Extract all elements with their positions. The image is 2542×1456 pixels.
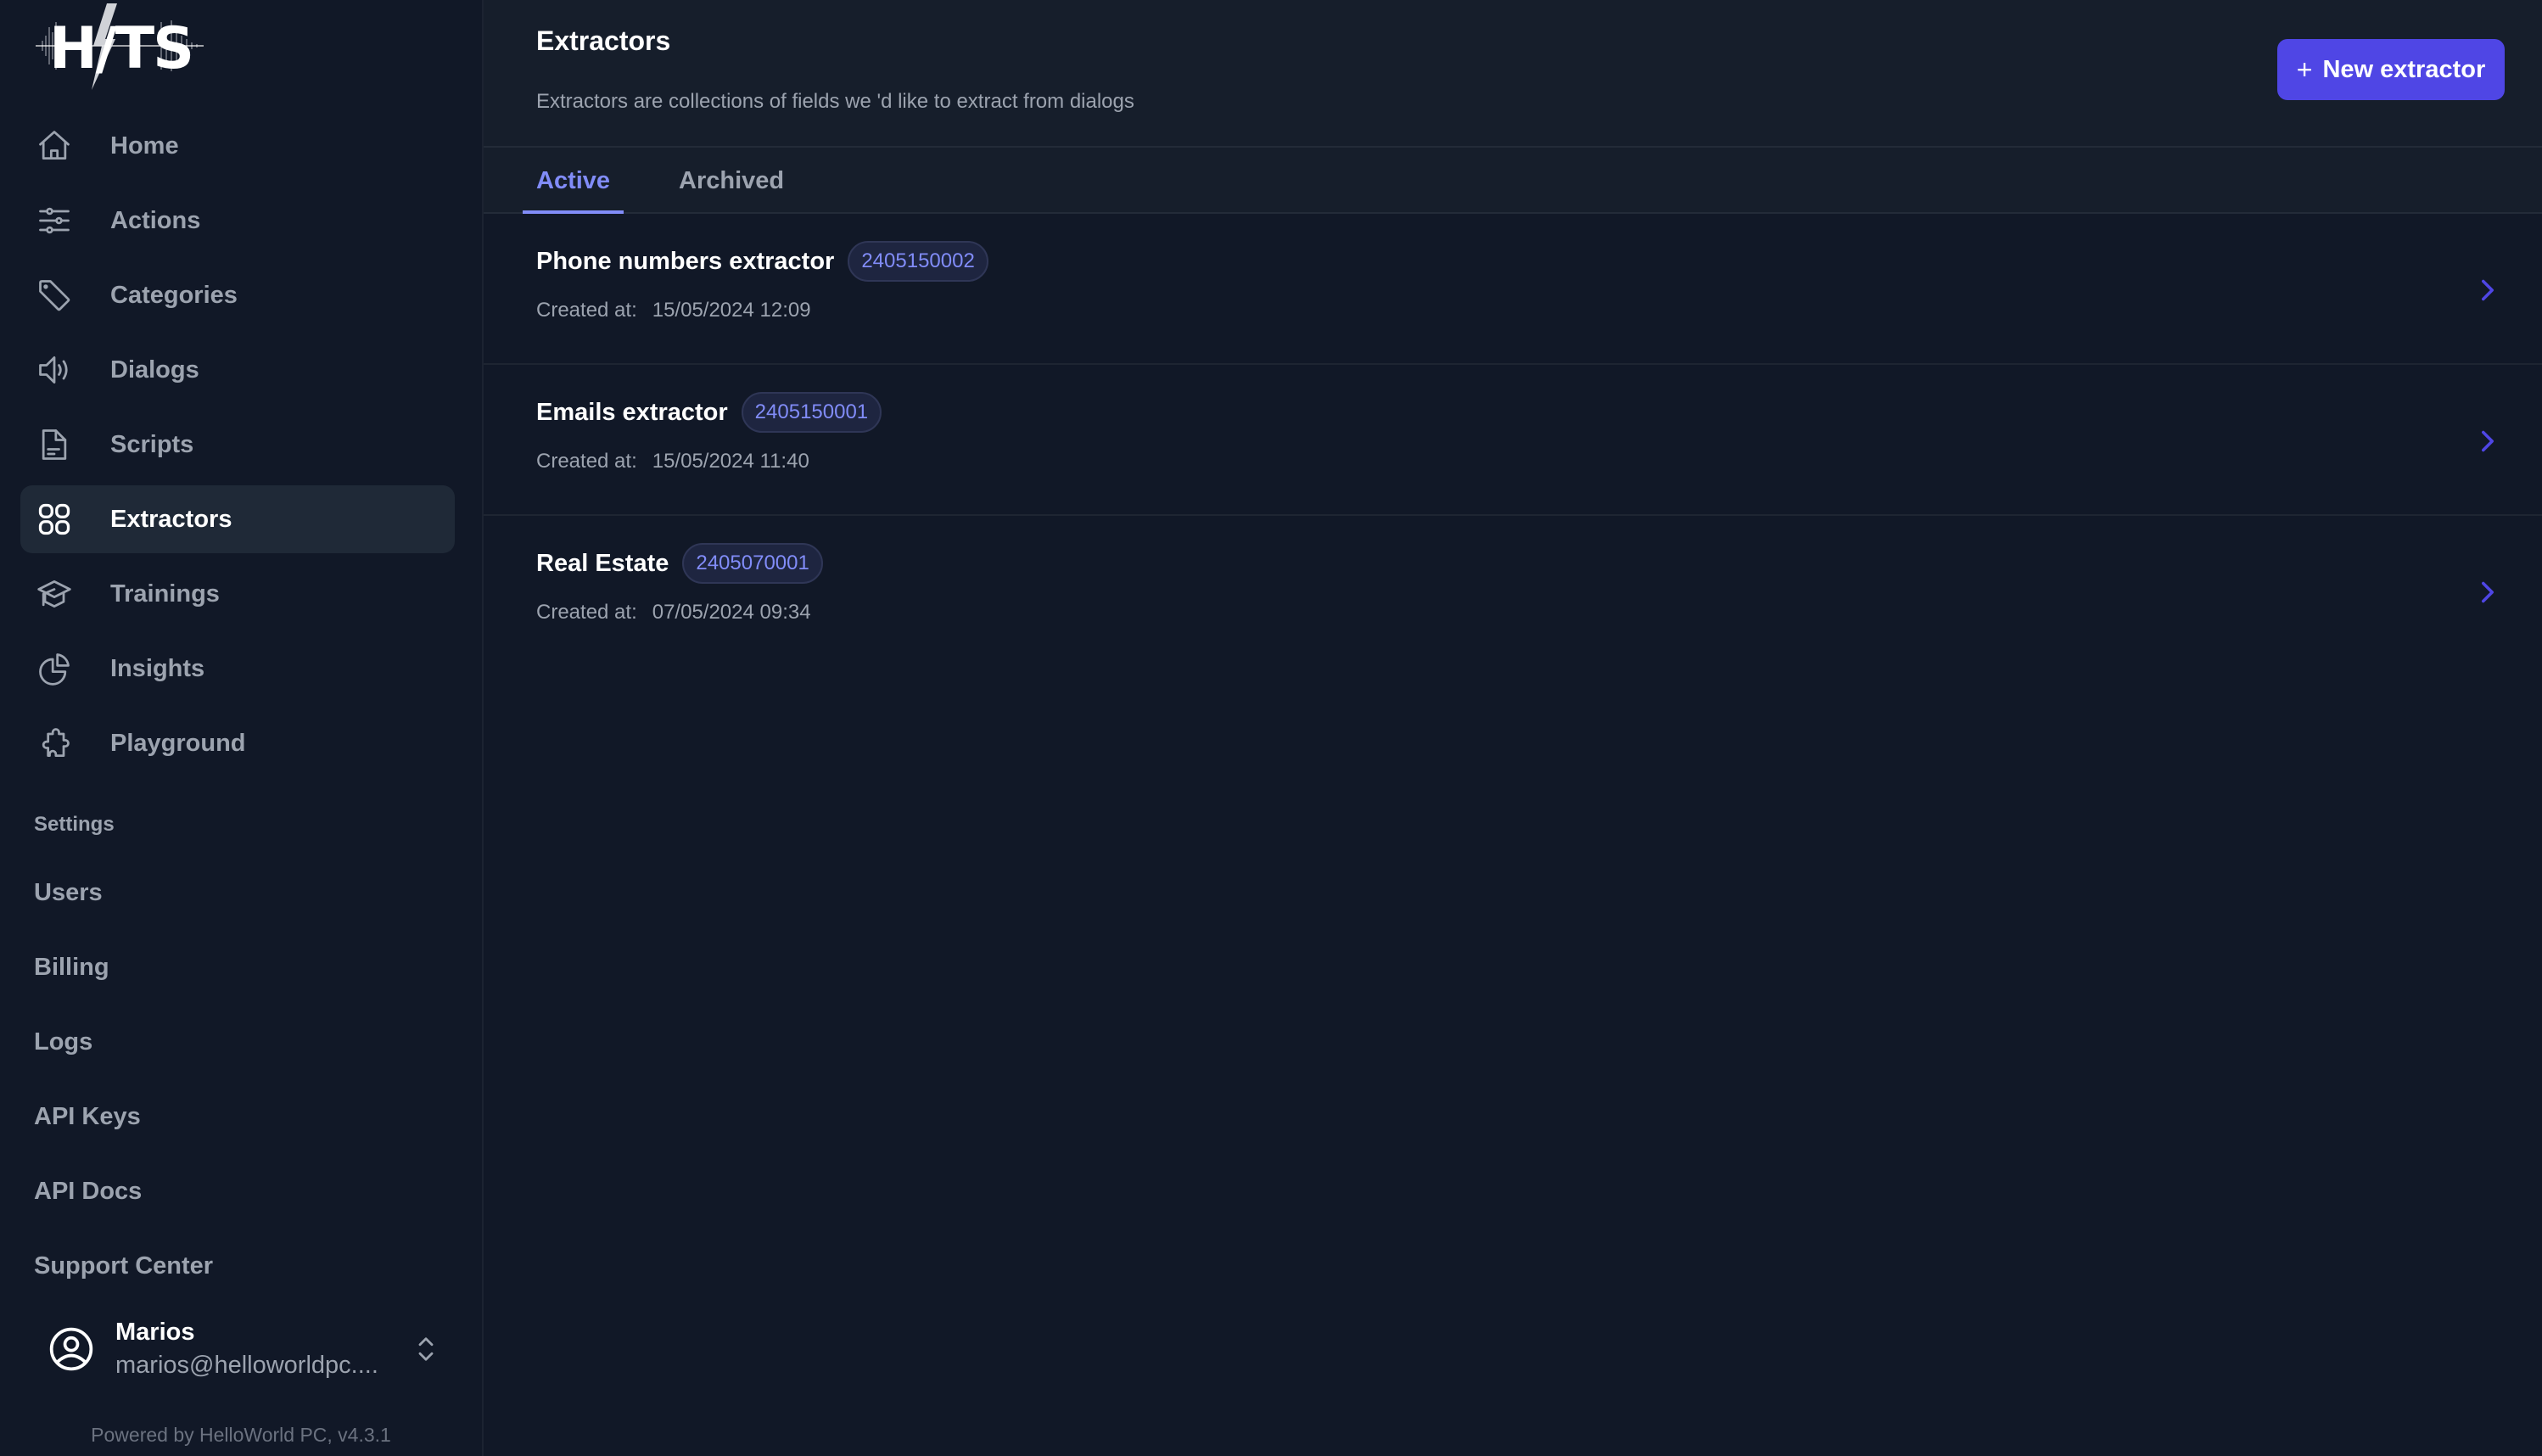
sidebar-item-support-center[interactable]: Support Center xyxy=(34,1233,455,1301)
user-avatar-icon xyxy=(49,1327,93,1371)
sidebar-item-playground[interactable]: Playground xyxy=(20,709,455,777)
extractor-title-line: Phone numbers extractor 2405150002 xyxy=(536,241,988,282)
extractor-id-badge: 2405150001 xyxy=(741,392,882,433)
extractor-created: Created at: 15/05/2024 12:09 xyxy=(536,299,811,322)
sidebar-item-label: Home xyxy=(110,132,179,160)
logo[interactable]: H/TS xyxy=(34,2,212,90)
chevron-right-icon[interactable] xyxy=(2479,429,2496,453)
new-extractor-button[interactable]: + New extractor xyxy=(2277,39,2505,100)
sidebar-item-label: Trainings xyxy=(110,580,220,608)
created-value: 07/05/2024 09:34 xyxy=(652,601,811,624)
extractor-row[interactable]: Real Estate 2405070001 Created at: 07/05/… xyxy=(484,516,2542,667)
sidebar-item-billing[interactable]: Billing xyxy=(34,934,455,1002)
extractor-row[interactable]: Emails extractor 2405150001 Created at: 1… xyxy=(484,365,2542,516)
speaker-icon xyxy=(36,351,73,389)
tab-active[interactable]: Active xyxy=(523,148,624,214)
logo-text: H/TS xyxy=(49,15,194,82)
created-value: 15/05/2024 12:09 xyxy=(652,299,811,322)
sidebar-item-label: Scripts xyxy=(110,430,194,458)
extractor-created: Created at: 07/05/2024 09:34 xyxy=(536,601,811,624)
grid-icon xyxy=(36,501,73,538)
extractor-name: Real Estate xyxy=(536,549,669,577)
sidebar-item-categories[interactable]: Categories xyxy=(20,261,455,329)
sidebar-item-label: Categories xyxy=(110,281,238,309)
sidebar-item-scripts[interactable]: Scripts xyxy=(20,411,455,479)
graduation-cap-icon xyxy=(36,575,73,613)
powered-by-footer: Powered by HelloWorld PC, v4.3.1 xyxy=(91,1424,391,1446)
settings-nav: Users Billing Logs API Keys API Docs Sup… xyxy=(34,860,455,1308)
pie-chart-icon xyxy=(36,650,73,687)
document-icon xyxy=(36,426,73,463)
sidebar-item-label: Dialogs xyxy=(110,356,199,384)
created-label: Created at: xyxy=(536,299,637,322)
created-label: Created at: xyxy=(536,450,637,473)
sidebar-item-api-docs[interactable]: API Docs xyxy=(34,1158,455,1226)
puzzle-icon xyxy=(36,725,73,762)
sidebar-item-trainings[interactable]: Trainings xyxy=(20,560,455,628)
extractor-name: Emails extractor xyxy=(536,398,728,426)
sidebar-item-home[interactable]: Home xyxy=(20,112,455,180)
sidebar-item-label: Playground xyxy=(110,729,246,757)
sidebar-item-users[interactable]: Users xyxy=(34,860,455,927)
app-root: H/TS Home Actions Categories Dialogs Scr… xyxy=(0,0,2542,1456)
extractor-title-line: Real Estate 2405070001 xyxy=(536,543,823,584)
extractor-name: Phone numbers extractor xyxy=(536,247,835,275)
new-extractor-label: New extractor xyxy=(2322,55,2486,83)
user-info: Marios marios@helloworldpc.... xyxy=(115,1316,407,1382)
sidebar: H/TS Home Actions Categories Dialogs Scr… xyxy=(0,0,482,1456)
plus-icon: + xyxy=(2296,53,2313,85)
extractors-list: Phone numbers extractor 2405150002 Creat… xyxy=(484,214,2542,667)
sidebar-item-insights[interactable]: Insights xyxy=(20,635,455,703)
created-value: 15/05/2024 11:40 xyxy=(652,450,809,473)
tab-archived[interactable]: Archived xyxy=(665,148,798,214)
tabs: Active Archived xyxy=(484,148,2542,214)
sidebar-item-label: Insights xyxy=(110,654,205,682)
home-icon xyxy=(36,127,73,165)
settings-section-title: Settings xyxy=(34,813,115,836)
sidebar-item-extractors[interactable]: Extractors xyxy=(20,485,455,553)
extractor-id-badge: 2405150002 xyxy=(848,241,988,282)
chevron-right-icon[interactable] xyxy=(2479,580,2496,604)
sidebar-item-label: Extractors xyxy=(110,505,232,533)
chevron-right-icon[interactable] xyxy=(2479,278,2496,302)
sidebar-item-actions[interactable]: Actions xyxy=(20,187,455,255)
extractor-id-badge: 2405070001 xyxy=(682,543,823,584)
user-name: Marios xyxy=(115,1319,195,1346)
main-content: Extractors Extractors are collections of… xyxy=(482,0,2542,1456)
sliders-icon xyxy=(36,202,73,239)
user-menu[interactable]: Marios marios@helloworldpc.... xyxy=(48,1313,438,1385)
extractor-title-line: Emails extractor 2405150001 xyxy=(536,392,882,433)
tag-icon xyxy=(36,277,73,314)
page-title: Extractors xyxy=(536,25,671,56)
extractor-row[interactable]: Phone numbers extractor 2405150002 Creat… xyxy=(484,214,2542,365)
page-subtitle: Extractors are collections of fields we … xyxy=(536,90,1134,113)
sidebar-item-api-keys[interactable]: API Keys xyxy=(34,1084,455,1151)
extractor-created: Created at: 15/05/2024 11:40 xyxy=(536,450,809,473)
sidebar-item-logs[interactable]: Logs xyxy=(34,1009,455,1077)
chevron-up-down-icon xyxy=(418,1337,434,1361)
user-email: marios@helloworldpc.... xyxy=(115,1352,378,1379)
page-header: Extractors Extractors are collections of… xyxy=(484,0,2542,148)
sidebar-item-label: Actions xyxy=(110,206,201,234)
main-nav: Home Actions Categories Dialogs Scripts … xyxy=(20,112,455,784)
created-label: Created at: xyxy=(536,601,637,624)
sidebar-item-dialogs[interactable]: Dialogs xyxy=(20,336,455,404)
